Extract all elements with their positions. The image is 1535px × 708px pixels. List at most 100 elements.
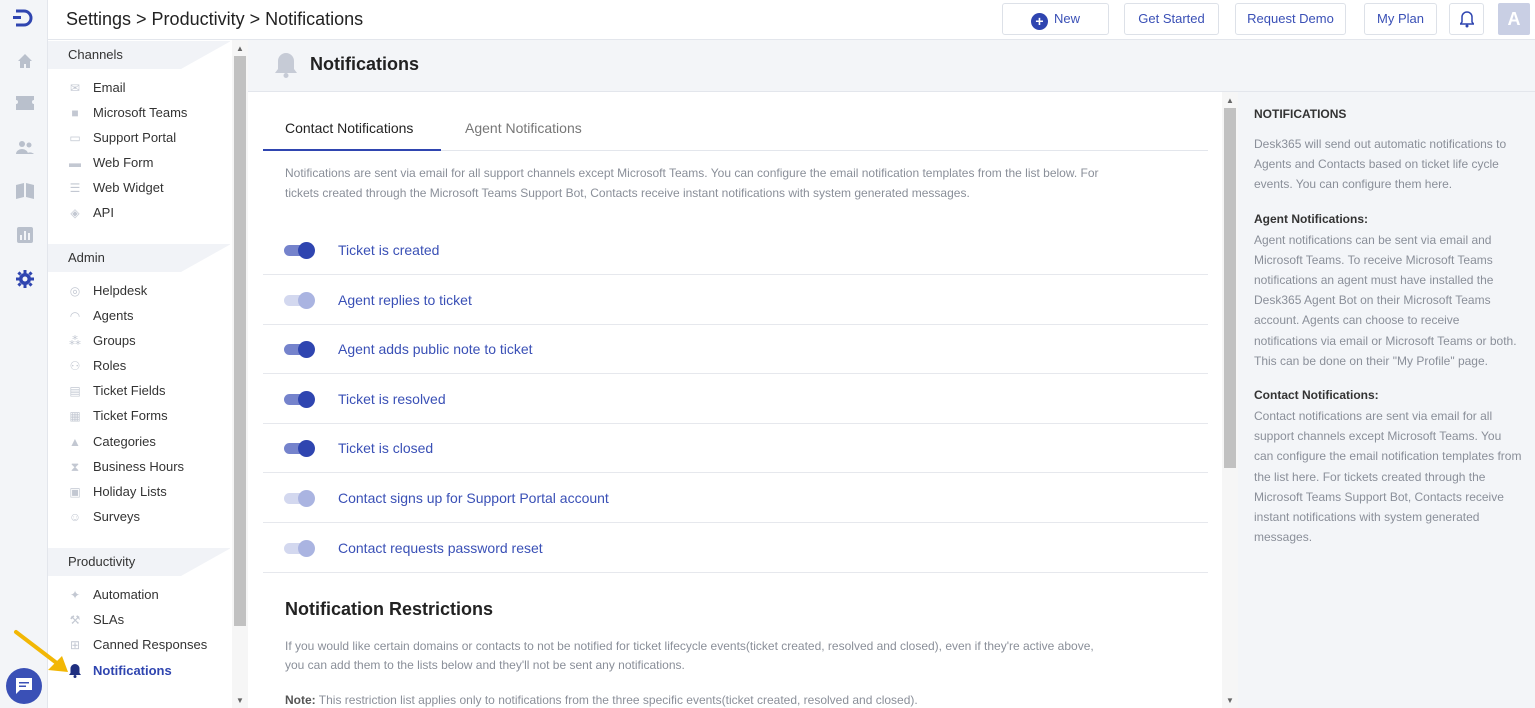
plus-icon: + [1030, 13, 1048, 30]
notification-toggle[interactable] [284, 341, 316, 359]
tab-agent-notifications[interactable]: Agent Notifications [465, 120, 582, 136]
content-scrollbar[interactable]: ▲ ▼ [1222, 92, 1238, 708]
request-demo-button[interactable]: Request Demo [1235, 3, 1346, 35]
notification-toggle[interactable] [284, 291, 316, 309]
sidebar-item-label: Roles [93, 358, 127, 373]
sidebar-item-roles[interactable]: ⚇ Roles [68, 356, 127, 376]
tab-contact-notifications[interactable]: Contact Notifications [285, 120, 413, 136]
sidebar-item-helpdesk[interactable]: ◎ Helpdesk [68, 281, 147, 301]
get-started-button[interactable]: Get Started [1124, 3, 1219, 35]
scrollbar-thumb[interactable] [234, 56, 246, 626]
restrictions-title: Notification Restrictions [285, 599, 494, 619]
hourglass-icon: ⧗ [70, 460, 80, 474]
sidebar-item-label: Surveys [93, 509, 140, 524]
contacts-icon[interactable] [15, 140, 35, 158]
sidebar-item-support-portal[interactable]: ▭ Support Portal [68, 128, 176, 148]
notification-label[interactable]: Agent adds public note to ticket [338, 341, 533, 357]
scrollbar-thumb[interactable] [1224, 108, 1236, 468]
my-plan-button[interactable]: My Plan [1364, 3, 1437, 35]
reports-icon[interactable] [15, 227, 35, 245]
sidebar-scrollbar[interactable]: ▲ ▼ [232, 40, 248, 708]
sidebar-item-agents[interactable]: ◠ Agents [68, 306, 134, 326]
sidebar-item-label: Microsoft Teams [93, 105, 188, 120]
top-bar: Settings > Productivity > Notifications … [48, 0, 1535, 40]
scroll-up-icon[interactable]: ▲ [1226, 96, 1234, 105]
help-heading: NOTIFICATIONS [1254, 107, 1347, 121]
home-icon[interactable] [15, 53, 35, 71]
notification-toggle[interactable] [284, 490, 316, 507]
sidebar-item-canned-responses[interactable]: ⊞ Canned Responses [68, 635, 207, 655]
avatar[interactable]: A [1498, 3, 1530, 35]
sidebar-item-microsoft-teams[interactable]: ■ Microsoft Teams [68, 103, 187, 123]
sidebar-item-label: Notifications [93, 663, 172, 678]
sidebar-item-label: Holiday Lists [93, 484, 167, 499]
sidebar-item-web-form[interactable]: ▬ Web Form [68, 153, 153, 173]
sidebar-item-label: Groups [93, 333, 136, 348]
sidebar-item-business-hours[interactable]: ⧗ Business Hours [68, 457, 184, 477]
settings-sidebar: Channels ✉ Email ■ Microsoft Teams ▭ Suppor… [48, 40, 248, 708]
notification-label[interactable]: Ticket is created [338, 242, 439, 258]
settings-icon[interactable] [15, 270, 35, 288]
sidebar-item-label: Email [93, 80, 126, 95]
app-root: Settings > Productivity > Notifications … [0, 0, 1535, 708]
sidebar-item-label: Canned Responses [93, 637, 208, 652]
scroll-down-icon[interactable]: ▼ [1226, 696, 1234, 705]
breadcrumb: Settings > Productivity > Notifications [66, 9, 364, 29]
sidebar-item-web-widget[interactable]: ☰ Web Widget [68, 178, 164, 198]
tab-bar: Contact Notifications Agent Notification… [263, 108, 1208, 151]
agent-icon: ◠ [69, 309, 81, 323]
notification-label[interactable]: Contact signs up for Support Portal acco… [338, 490, 609, 506]
sidebar-item-api[interactable]: ◈ API [68, 203, 114, 223]
sidebar-item-label: Web Form [93, 155, 154, 170]
sidebar-item-label: Helpdesk [93, 283, 148, 298]
portal-icon: ▭ [69, 131, 81, 145]
sidebar-item-groups[interactable]: ⁂ Groups [68, 331, 136, 351]
sidebar-item-surveys[interactable]: ☺ Surveys [68, 507, 140, 527]
toggle-knob [298, 291, 315, 309]
sparkle-icon: ✦ [69, 588, 81, 602]
notification-toggle[interactable] [284, 242, 316, 259]
tickets-icon[interactable] [15, 96, 35, 114]
help-intro: Desk365 will send out automatic notifica… [1254, 137, 1507, 192]
sidebar-item-holiday-lists[interactable]: ▣ Holiday Lists [68, 482, 167, 502]
new-button[interactable]: + New [1002, 3, 1109, 35]
knowledge-base-icon[interactable] [15, 183, 35, 201]
notification-toggle[interactable] [284, 440, 316, 458]
help-contact-text: Contact notifications are sent via email… [1254, 409, 1522, 545]
sidebar-item-ticket-forms[interactable]: ▦ Ticket Forms [68, 406, 167, 426]
notification-label[interactable]: Contact requests password reset [338, 540, 543, 556]
notification-toggle[interactable] [284, 539, 316, 557]
sidebar-item-automation[interactable]: ✦ Automation [68, 585, 159, 605]
notifications-bell-button[interactable] [1449, 3, 1484, 35]
roles-icon: ⚇ [69, 359, 81, 373]
logo-icon[interactable] [13, 8, 35, 28]
sidebar-item-notifications[interactable]: Notifications [68, 661, 172, 681]
scroll-up-icon[interactable]: ▲ [236, 44, 244, 53]
sidebar-item-slas[interactable]: ⚒ SLAs [68, 610, 124, 630]
note-label: Note: [285, 693, 316, 707]
sidebar-item-categories[interactable]: ▲ Categories [68, 432, 156, 452]
notification-toggle[interactable] [284, 390, 316, 408]
tab-description: Notifications are sent via email for all… [285, 166, 1099, 200]
notification-row: Ticket is closed [263, 424, 1208, 474]
sidebar-item-label: Support Portal [93, 130, 177, 145]
sidebar-section-productivity: Productivity [48, 548, 231, 576]
notification-label[interactable]: Ticket is closed [338, 440, 433, 456]
envelope-icon: ✉ [69, 81, 81, 95]
page-header: Notifications [248, 40, 1535, 92]
teams-icon: ■ [71, 106, 79, 120]
notification-row: Ticket is resolved [263, 375, 1208, 424]
notification-label[interactable]: Ticket is resolved [338, 391, 446, 407]
scroll-down-icon[interactable]: ▼ [236, 696, 244, 705]
sidebar-item-ticket-fields[interactable]: ▤ Ticket Fields [68, 381, 165, 401]
categories-icon: ▲ [69, 435, 81, 449]
restrictions-note: Note: This restriction list applies only… [285, 693, 918, 707]
sidebar-item-email[interactable]: ✉ Email [68, 78, 126, 98]
toggle-knob [298, 242, 315, 259]
sidebar-section-channels: Channels [48, 41, 231, 69]
toggle-knob [298, 539, 315, 557]
sidebar-item-label: Categories [93, 434, 156, 449]
ticket-forms-icon: ▦ [69, 409, 81, 423]
groups-icon: ⁂ [69, 334, 81, 348]
notification-label[interactable]: Agent replies to ticket [338, 292, 472, 308]
